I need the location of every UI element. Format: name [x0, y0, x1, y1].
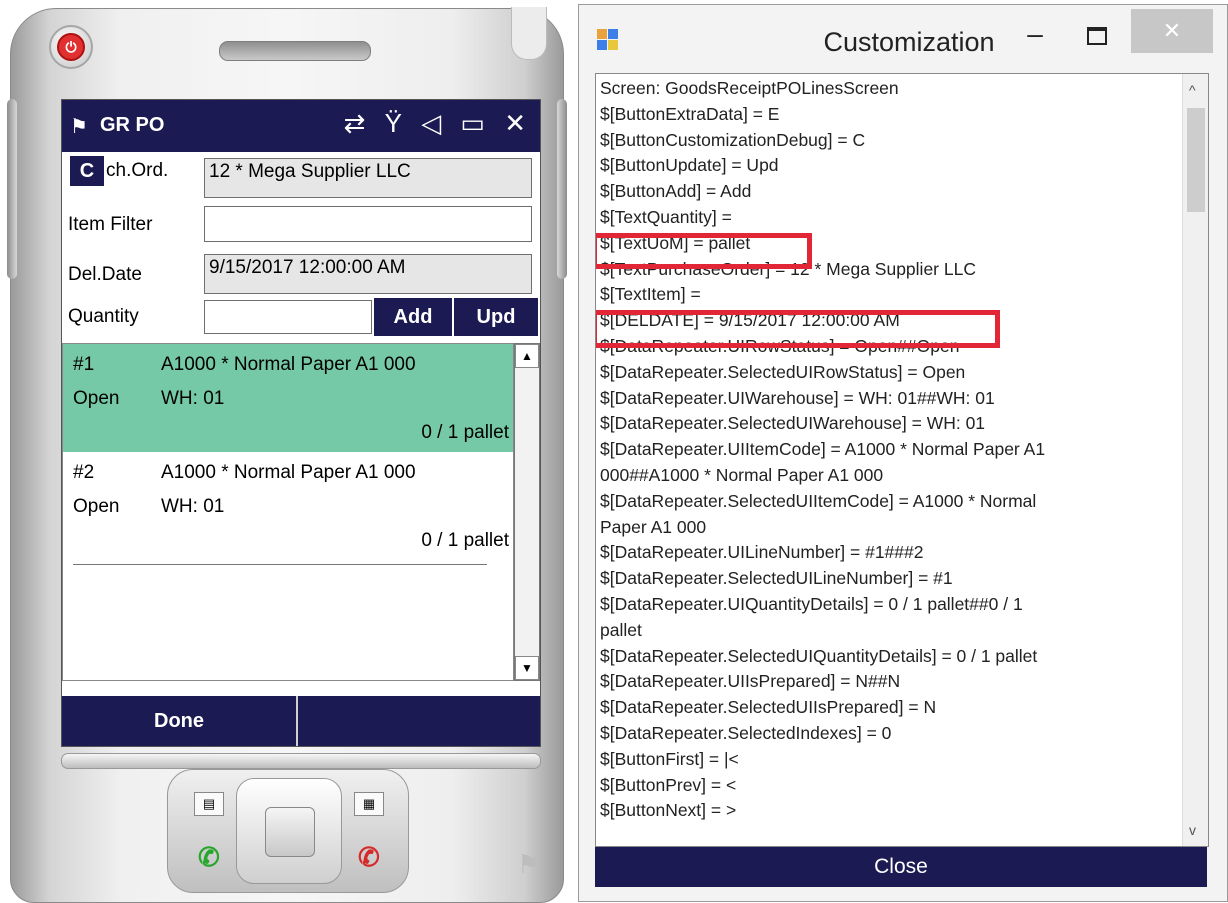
quantity-input[interactable] — [204, 300, 372, 334]
debug-line: $[DataRepeater.UIQuantityDetails] = 0 / … — [600, 593, 1023, 614]
quantity-details: 0 / 1 pallet — [421, 530, 509, 551]
highlight-textuom — [596, 233, 812, 269]
debug-line: $[DataRepeater.SelectedUILineNumber] = #… — [600, 568, 953, 589]
row-status: Open — [73, 388, 120, 409]
speaker-grille — [219, 41, 371, 61]
line-number: #2 — [73, 462, 95, 483]
windows-start-icon[interactable]: ⚑ — [70, 114, 88, 139]
item-code: A1000 * Normal Paper A1 000 — [161, 354, 416, 375]
warehouse: WH: 01 — [161, 388, 225, 409]
done-button[interactable]: Done — [62, 696, 298, 746]
quantity-details: 0 / 1 pallet — [421, 422, 509, 443]
left-softkey-icon[interactable]: ▤ — [194, 792, 224, 816]
minimize-icon[interactable]: – — [1015, 20, 1055, 53]
side-button-left[interactable] — [7, 99, 17, 279]
call-icon[interactable]: ✆ — [198, 842, 220, 873]
text-scrollbar[interactable]: ^ v — [1182, 74, 1208, 846]
side-button-right[interactable] — [557, 99, 567, 279]
app-icon — [597, 29, 619, 51]
line-list: #1 A1000 * Normal Paper A1 000 Open WH: … — [62, 343, 514, 681]
device-frame: ⏻ ⚑ GR PO ⇄ Ÿ ◁ ▭ ✕ C ch.Ord. 12 * Mega … — [7, 7, 567, 903]
scroll-down-icon[interactable]: v — [1189, 822, 1196, 838]
end-call-icon[interactable]: ✆ — [358, 842, 380, 873]
close-button[interactable]: Close — [595, 847, 1207, 887]
add-button[interactable]: Add — [374, 298, 452, 336]
debug-line: $[DataRepeater.UIItemCode] = A1000 * Nor… — [600, 439, 1046, 460]
debug-line: 000##A1000 * Normal Paper A1 000 — [600, 464, 884, 485]
debug-line: $[ButtonNext] = > — [600, 800, 737, 821]
power-icon: ⏻ — [57, 33, 85, 61]
debug-line: $[ButtonFirst] = |< — [600, 748, 739, 769]
dpad-center-button[interactable] — [265, 807, 315, 857]
power-button[interactable]: ⏻ — [49, 25, 93, 69]
row-divider — [73, 564, 487, 565]
line-number: #1 — [73, 354, 95, 375]
debug-line: $[DataRepeater.SelectedUIIsPrepared] = N — [600, 697, 937, 718]
debug-line: $[DataRepeater.UILineNumber] = #1###2 — [600, 542, 924, 563]
del-date-field: 9/15/2017 12:00:00 AM — [204, 254, 532, 294]
status-icons[interactable]: ⇄ Ÿ ◁ ▭ ✕ — [344, 108, 532, 139]
right-softkey-icon[interactable]: ▦ — [354, 792, 384, 816]
title-bar: ⚑ GR PO ⇄ Ÿ ◁ ▭ ✕ — [62, 100, 540, 152]
debug-text-area[interactable]: Screen: GoodsReceiptPOLinesScreen $[Butto… — [595, 73, 1209, 847]
item-filter-input[interactable] — [204, 206, 532, 242]
debug-line: $[TextQuantity] = — [600, 206, 732, 227]
stylus-slot — [511, 7, 547, 60]
app-title: GR PO — [100, 114, 165, 136]
window-titlebar: Customization – ✕ — [579, 5, 1227, 73]
debug-line: $[ButtonPrev] = < — [600, 774, 737, 795]
dpad[interactable] — [236, 778, 342, 884]
debug-line: $[ButtonAdd] = Add — [600, 181, 752, 202]
scroll-down-icon[interactable]: ▼ — [515, 656, 539, 680]
debug-line: $[DataRepeater.UIWarehouse] = WH: 01##WH… — [600, 387, 995, 408]
item-filter-label: Item Filter — [68, 214, 153, 235]
debug-line: $[DataRepeater.SelectedUIRowStatus] = Op… — [600, 361, 966, 382]
debug-line: $[DataRepeater.SelectedUIQuantityDetails… — [600, 645, 1038, 666]
maximize-icon[interactable] — [1075, 23, 1115, 53]
device-strip — [61, 753, 541, 769]
debug-line: $[TextItem] = — [600, 284, 701, 305]
debug-line: $[ButtonUpdate] = Upd — [600, 155, 779, 176]
navigation-pad: ▤ ▦ ✆ ✆ — [167, 769, 409, 893]
scroll-up-icon[interactable]: ▲ — [515, 344, 539, 368]
upd-button[interactable]: Upd — [454, 298, 538, 336]
debug-line: $[ButtonExtraData] = E — [600, 103, 780, 124]
device-screen: ⚑ GR PO ⇄ Ÿ ◁ ▭ ✕ C ch.Ord. 12 * Mega Su… — [61, 99, 541, 747]
row-status: Open — [73, 496, 120, 517]
softkey-bar: Done — [62, 696, 540, 746]
warehouse: WH: 01 — [161, 496, 225, 517]
purch-ord-field: 12 * Mega Supplier LLC — [204, 158, 532, 198]
debug-line: $[DataRepeater.SelectedUIItemCode] = A10… — [600, 490, 1037, 511]
highlight-deldate — [596, 310, 1000, 348]
debug-lines: Screen: GoodsReceiptPOLinesScreen $[Butto… — [600, 76, 1176, 824]
debug-line: pallet — [600, 619, 642, 640]
window-title: Customization — [823, 27, 995, 57]
list-item[interactable]: #2 A1000 * Normal Paper A1 000 Open WH: … — [63, 452, 513, 560]
customization-button[interactable]: C — [70, 156, 104, 186]
windows-logo-icon: ⚑ — [517, 849, 541, 879]
list-scrollbar[interactable]: ▲ ▼ — [514, 343, 540, 681]
debug-line: $[DataRepeater.UIIsPrepared] = N##N — [600, 671, 901, 692]
scroll-up-icon[interactable]: ^ — [1189, 82, 1196, 98]
quantity-label: Quantity — [68, 306, 139, 327]
debug-line: Paper A1 000 — [600, 516, 707, 537]
debug-line: $[ButtonCustomizationDebug] = C — [600, 129, 866, 150]
scroll-thumb[interactable] — [1187, 108, 1205, 212]
purch-ord-label: ch.Ord. — [106, 160, 169, 181]
customization-window: Customization – ✕ Screen: GoodsReceiptPO… — [578, 4, 1228, 902]
list-item[interactable]: #1 A1000 * Normal Paper A1 000 Open WH: … — [63, 344, 513, 452]
close-icon[interactable]: ✕ — [1131, 9, 1213, 53]
debug-line: $[DataRepeater.SelectedUIWarehouse] = WH… — [600, 413, 986, 434]
debug-line: Screen: GoodsReceiptPOLinesScreen — [600, 78, 899, 98]
item-code: A1000 * Normal Paper A1 000 — [161, 462, 416, 483]
debug-line: $[DataRepeater.SelectedIndexes] = 0 — [600, 722, 892, 743]
del-date-label: Del.Date — [68, 264, 142, 285]
